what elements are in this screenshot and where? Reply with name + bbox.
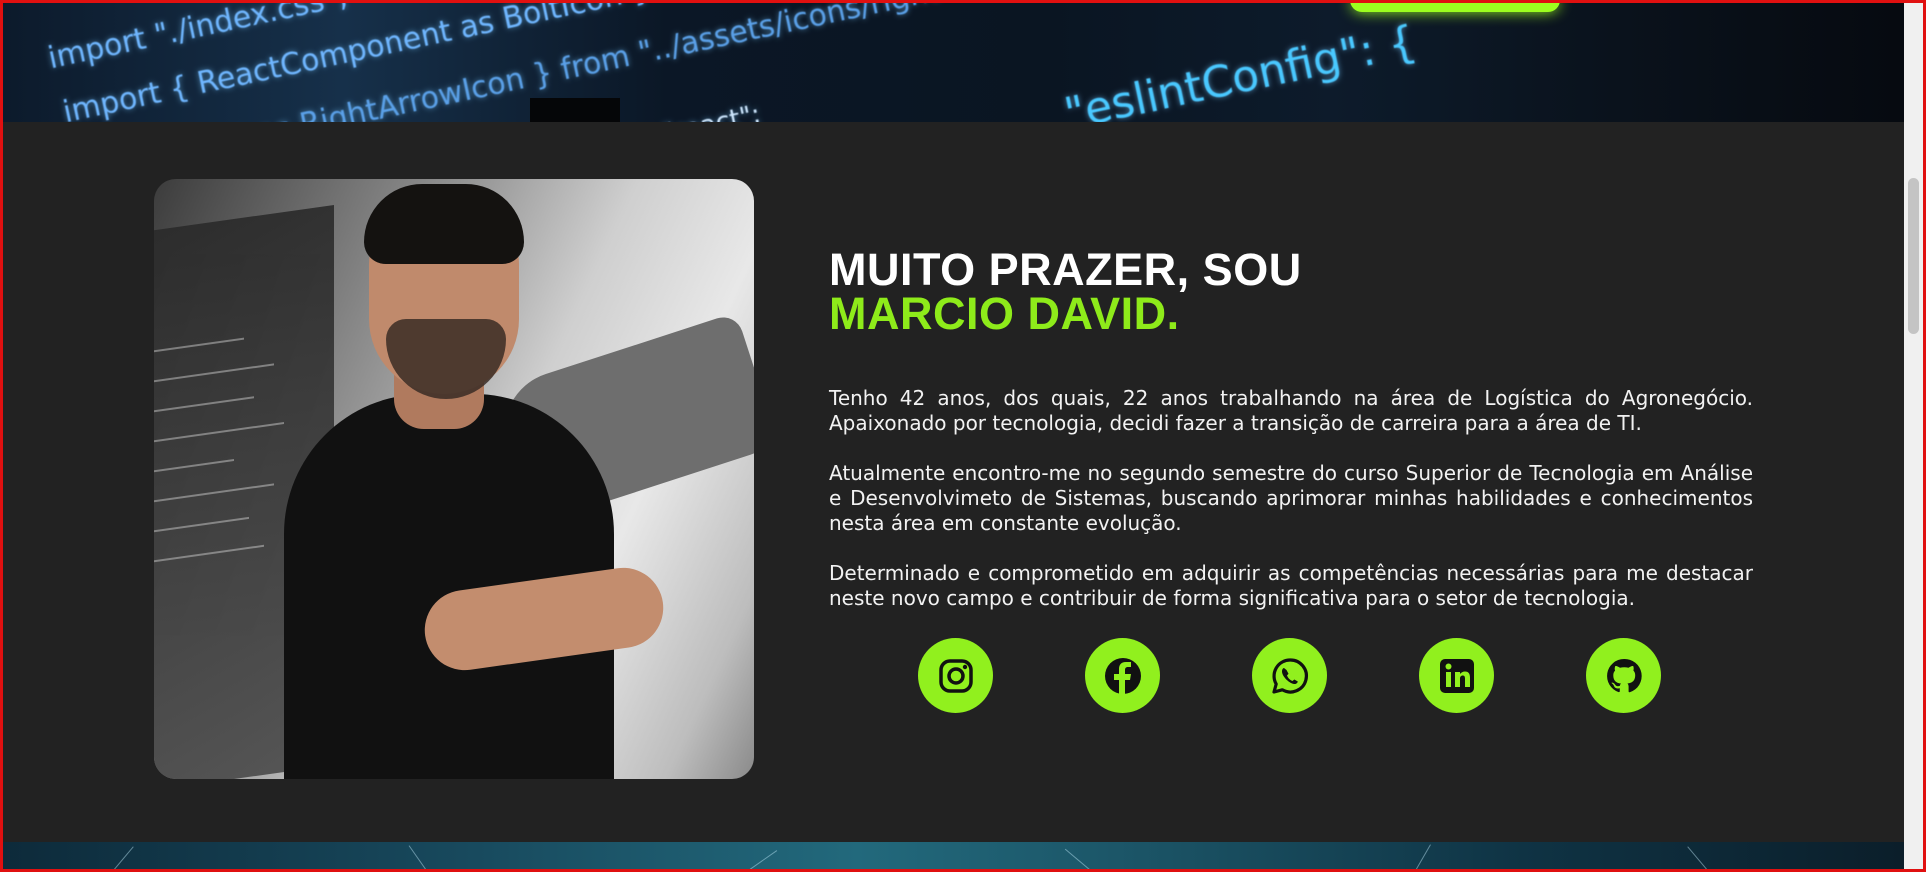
github-icon [1606,658,1642,692]
about-paragraph: Atualmente encontro-me no segundo semest… [829,461,1753,535]
linkedin-link[interactable] [1419,638,1494,713]
green-glow-decoration [1350,0,1560,12]
about-section: MUITO PRAZER, SOU MARCIO DAVID. Tenho 42… [0,122,1904,842]
whatsapp-icon [1271,657,1308,694]
whatsapp-link[interactable] [1252,638,1327,713]
decorative-shape [530,98,620,122]
code-line: "eslintConfig": { [1060,15,1421,122]
about-paragraph: Determinado e comprometido em adquirir a… [829,561,1753,610]
social-links [918,638,1661,713]
photo-hair-shape [364,184,524,264]
about-headline: MUITO PRAZER, SOU MARCIO DAVID. [829,247,1753,339]
scrollbar-thumb[interactable] [1908,178,1919,334]
linkedin-icon [1439,658,1474,693]
profile-photo [154,179,754,779]
headline-name: MARCIO DAVID. [829,288,1180,339]
about-paragraph: Tenho 42 anos, dos quais, 22 anos trabal… [829,386,1753,435]
code-line: "react"; [660,99,763,122]
instagram-link[interactable] [918,638,993,713]
github-link[interactable] [1586,638,1661,713]
facebook-icon [1104,657,1141,694]
instagram-icon [938,658,973,693]
about-text: MUITO PRAZER, SOU MARCIO DAVID. Tenho 42… [829,247,1753,611]
hero-banner-code-background: import "./index.css"; import { ReactComp… [0,0,1904,122]
page-scrollbar[interactable] [1904,0,1923,872]
facebook-link[interactable] [1085,638,1160,713]
bottom-banner-background [0,842,1904,872]
